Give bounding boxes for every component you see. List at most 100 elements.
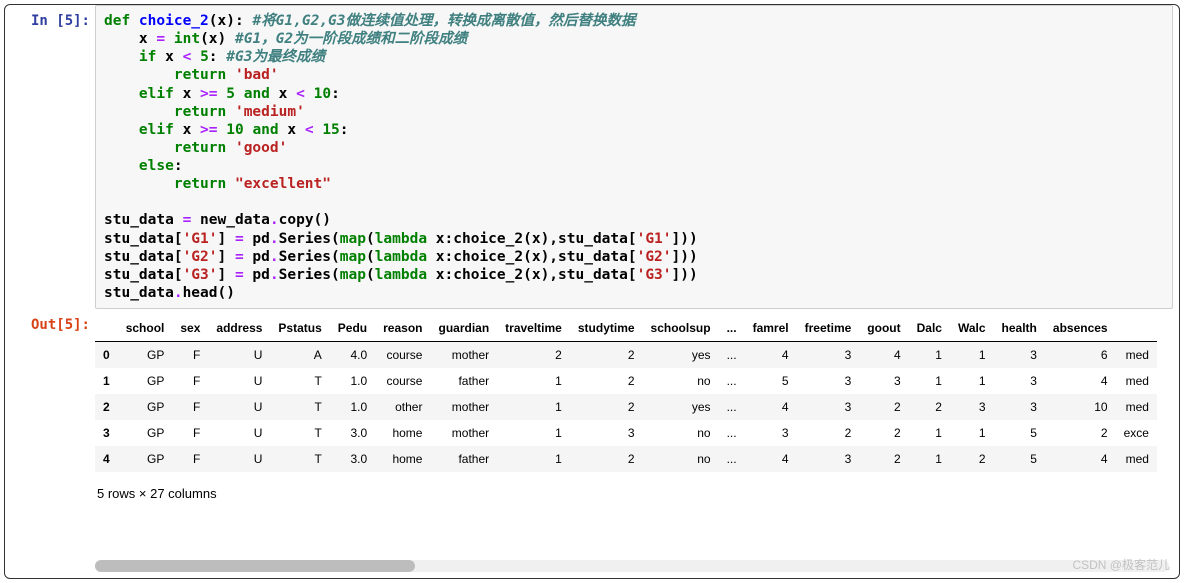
cell: 3 [570, 420, 643, 446]
code-text: x [174, 86, 200, 102]
cell: 1 [909, 420, 950, 446]
row-index: 4 [95, 446, 118, 472]
cell: GP [118, 446, 173, 472]
cell: 1 [950, 368, 994, 394]
kw-and: and [252, 122, 278, 138]
sp [235, 86, 244, 102]
num: 10 [226, 122, 243, 138]
cell: 2 [797, 420, 860, 446]
column-header: traveltime [497, 315, 570, 342]
cell: 2 [570, 342, 643, 369]
table-row: 4GPFUT3.0homefather12no...4321254med [95, 446, 1157, 472]
code-text: (x): [209, 13, 253, 29]
cell: 3 [745, 420, 797, 446]
kw-lambda: lambda [375, 267, 427, 283]
column-header [1116, 315, 1157, 342]
cell: GP [118, 394, 173, 420]
column-header: Dalc [909, 315, 950, 342]
cell: GP [118, 342, 173, 369]
string: 'bad' [235, 67, 279, 83]
code-text: ] [218, 249, 235, 265]
kw-return: return [174, 67, 226, 83]
cell: course [375, 342, 430, 369]
code-text [165, 31, 174, 47]
cell: 3 [859, 368, 908, 394]
builtin: map [340, 231, 366, 247]
cell: 3.0 [330, 420, 375, 446]
code-text: x [104, 31, 156, 47]
ind [104, 67, 174, 83]
cell: father [430, 446, 497, 472]
code-text: Series( [279, 231, 340, 247]
kw-else: else [139, 158, 174, 174]
code-text: ])) [672, 249, 698, 265]
code-text: ])) [672, 267, 698, 283]
code-text: stu_data[ [104, 249, 183, 265]
cell: 1 [497, 368, 570, 394]
cell: home [375, 446, 430, 472]
op: = [235, 249, 244, 265]
cell: T [270, 446, 329, 472]
cell: 4 [1045, 368, 1116, 394]
cell: 2 [1045, 420, 1116, 446]
kw-if: if [139, 49, 156, 65]
cell: 4 [859, 342, 908, 369]
op: = [235, 267, 244, 283]
horizontal-scrollbar[interactable] [95, 560, 1169, 572]
output-area: schoolsexaddressPstatusPedureasonguardia… [95, 309, 1173, 511]
column-header: absences [1045, 315, 1116, 342]
cell: U [208, 420, 270, 446]
cell: 1 [909, 342, 950, 369]
code-input[interactable]: def choice_2(x): #将G1,G2,G3做连续值处理，转换成离散值… [95, 5, 1173, 309]
cell: 2 [570, 446, 643, 472]
cell: F [172, 446, 208, 472]
cell: F [172, 394, 208, 420]
cell: 3 [797, 342, 860, 369]
column-header: freetime [797, 315, 860, 342]
string: "excellent" [235, 176, 331, 192]
input-cell: In [5]: def choice_2(x): #将G1,G2,G3做连续值处… [5, 5, 1179, 309]
cell: 2 [570, 394, 643, 420]
cell: ... [719, 342, 745, 369]
table-row: 3GPFUT3.0homemother13no...3221152exce [95, 420, 1157, 446]
code-text: stu_data [104, 212, 183, 228]
cell: 6 [1045, 342, 1116, 369]
table-row: 1GPFUT1.0coursefather12no...5331134med [95, 368, 1157, 394]
fn-name: choice_2 [130, 13, 209, 29]
comment: #G1，G2为一阶段成绩和二阶段成绩 [235, 31, 467, 47]
ind [104, 176, 174, 192]
cell: 3 [950, 394, 994, 420]
cell: med [1116, 394, 1157, 420]
op: . [270, 231, 279, 247]
column-header: schoolsup [643, 315, 719, 342]
cell: 1 [950, 342, 994, 369]
num: 10 [314, 86, 331, 102]
cell: 1 [497, 446, 570, 472]
scrollbar-thumb[interactable] [95, 560, 415, 572]
code-text: ])) [672, 231, 698, 247]
watermark-label: CSDN @极客范儿 [1072, 556, 1170, 573]
cell: 2 [909, 394, 950, 420]
dataframe-summary: 5 rows × 27 columns [95, 480, 1173, 511]
column-header: school [118, 315, 173, 342]
cell: 2 [859, 420, 908, 446]
op: . [174, 285, 183, 301]
column-header: famrel [745, 315, 797, 342]
row-index: 0 [95, 342, 118, 369]
cell: 4 [745, 446, 797, 472]
op: . [270, 249, 279, 265]
ind [104, 104, 174, 120]
cell: A [270, 342, 329, 369]
notebook-wrapper: In [5]: def choice_2(x): #将G1,G2,G3做连续值处… [4, 4, 1180, 579]
column-header: Pstatus [270, 315, 329, 342]
op: >= [200, 86, 217, 102]
cell: med [1116, 368, 1157, 394]
column-header: health [994, 315, 1045, 342]
op: . [270, 267, 279, 283]
builtin: int [174, 31, 200, 47]
code-text: ( [366, 231, 375, 247]
code-text: : [209, 49, 226, 65]
num: 15 [322, 122, 339, 138]
row-index: 1 [95, 368, 118, 394]
cell: yes [643, 342, 719, 369]
